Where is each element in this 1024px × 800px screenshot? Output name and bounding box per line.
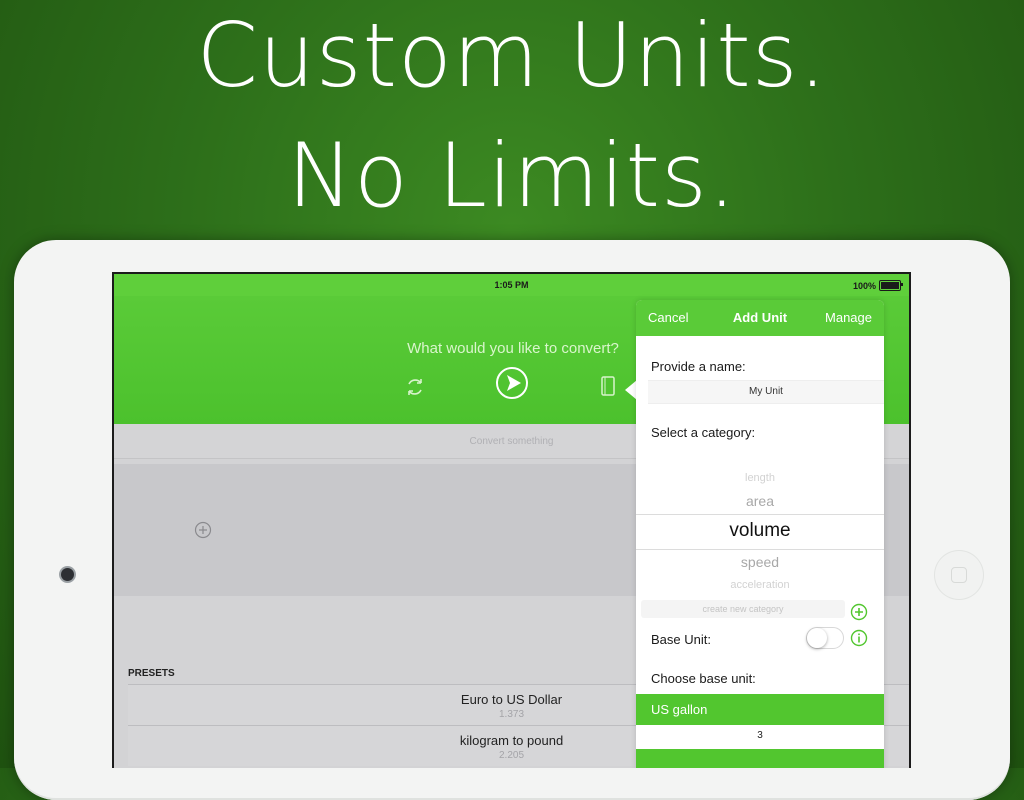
next-row[interactable] (636, 749, 884, 768)
category-option[interactable]: length (636, 472, 884, 484)
status-bar: 1:05 PM 100% (114, 274, 909, 296)
headline-line-1: Custom Units. (196, 4, 828, 107)
battery-percent: 100% (852, 280, 876, 291)
add-icon[interactable] (194, 521, 212, 539)
choose-base-unit-label: Choose base unit: (651, 671, 756, 686)
toggle-knob (807, 628, 827, 648)
base-unit-toggle[interactable] (806, 627, 844, 649)
convert-prompt[interactable]: What would you like to convert? (398, 340, 628, 357)
category-option[interactable]: area (636, 493, 884, 509)
selected-base-unit-label: US gallon (651, 702, 708, 717)
selected-base-unit[interactable]: US gallon (636, 694, 884, 725)
base-unit-label: Base Unit: (651, 632, 711, 647)
add-unit-popover: Cancel Add Unit Manage Provide a name: M… (636, 300, 884, 768)
category-option-selected[interactable]: volume (636, 520, 884, 542)
book-icon[interactable] (600, 374, 616, 398)
battery-icon (879, 280, 903, 291)
popover-nav-bar: Cancel Add Unit Manage (636, 300, 884, 336)
quantity-field[interactable]: 3 (636, 725, 884, 749)
category-option[interactable]: speed (636, 554, 884, 570)
status-time: 1:05 PM (494, 280, 529, 290)
name-label: Provide a name: (651, 359, 746, 374)
refresh-icon[interactable] (404, 376, 426, 398)
unit-name-input[interactable]: My Unit (648, 380, 884, 404)
headline-line-2: No Limits. (287, 124, 737, 227)
home-button[interactable] (934, 550, 984, 600)
category-option[interactable]: acceleration (636, 579, 884, 591)
camera-icon (61, 568, 74, 581)
play-icon[interactable] (495, 366, 529, 400)
new-category-input[interactable]: create new category (641, 600, 845, 618)
status-battery: 100% (852, 280, 903, 291)
ipad-screen: 1:05 PM 100% What would you like to conv… (112, 272, 911, 768)
manage-button[interactable]: Manage (825, 310, 872, 325)
category-label: Select a category: (651, 425, 756, 440)
info-icon[interactable] (850, 629, 868, 647)
add-category-icon[interactable] (850, 603, 868, 621)
presets-header: PRESETS (128, 668, 175, 679)
